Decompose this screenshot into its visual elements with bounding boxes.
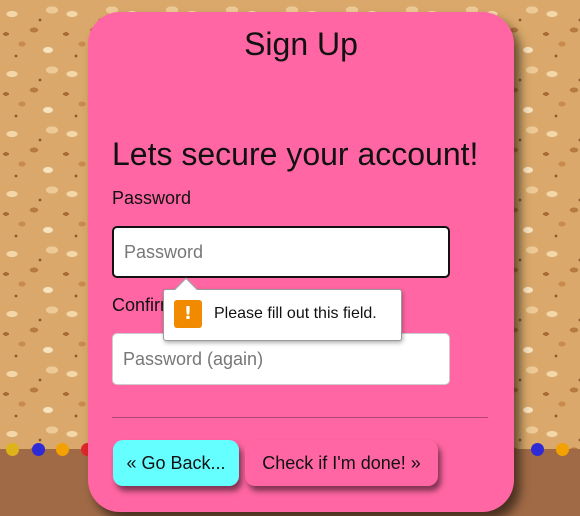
- tooltip-message: Please fill out this field.: [214, 305, 377, 322]
- divider: [112, 417, 488, 418]
- warning-icon: !: [174, 300, 202, 328]
- validation-tooltip: ! Please fill out this field.: [163, 277, 402, 341]
- decorative-bead: [32, 443, 45, 456]
- go-back-button[interactable]: « Go Back...: [113, 440, 239, 486]
- check-done-button[interactable]: Check if I'm done! »: [245, 440, 438, 486]
- password-label: Password: [112, 188, 192, 208]
- decorative-bead: [556, 443, 569, 456]
- password-input[interactable]: [112, 226, 450, 278]
- section-heading: Lets secure your account!: [112, 136, 479, 172]
- decorative-bead: [531, 443, 544, 456]
- page-title: Sign Up: [244, 26, 358, 62]
- signup-card: Sign Up Lets secure your account! Passwo…: [88, 12, 514, 512]
- decorative-bead: [56, 443, 69, 456]
- decorative-bead: [6, 443, 19, 456]
